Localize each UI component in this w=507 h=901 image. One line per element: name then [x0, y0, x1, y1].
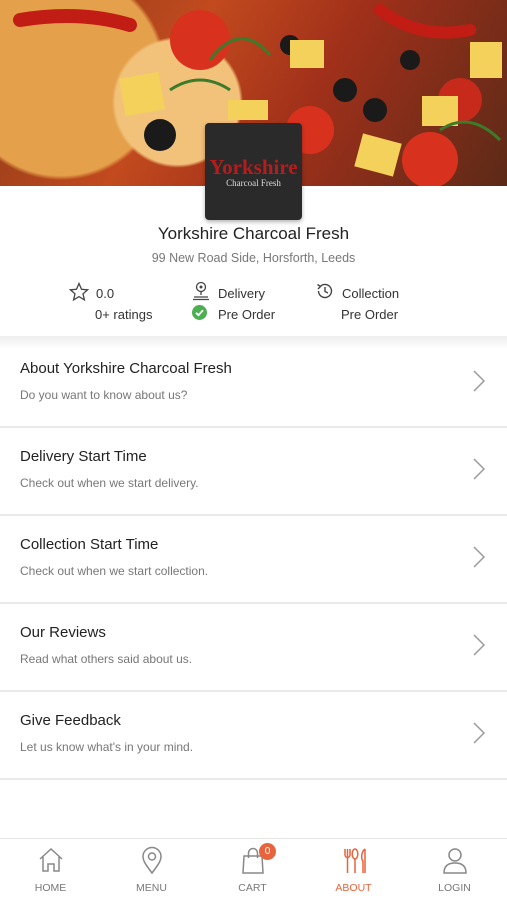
chevron-right-icon	[473, 546, 485, 568]
bottom-tab-bar: HOME MENU 0 CART ABOUT LOGIN	[0, 838, 507, 901]
chevron-right-icon	[473, 370, 485, 392]
chevron-right-icon	[473, 458, 485, 480]
list-item-title: Collection Start Time	[20, 536, 159, 553]
collection-start-time-item[interactable]: Collection Start Time Check out when we …	[0, 516, 507, 604]
delivery-label: Delivery	[218, 286, 265, 301]
tab-about-label: ABOUT	[335, 882, 372, 894]
tab-home[interactable]: HOME	[0, 839, 101, 901]
about-item[interactable]: About Yorkshire Charcoal Fresh Do you wa…	[0, 340, 507, 428]
check-circle-icon	[192, 305, 207, 320]
list-item-title: Give Feedback	[20, 712, 121, 729]
restaurant-logo: Yorkshire Charcoal Fresh	[205, 123, 302, 220]
list-item-subtitle: Check out when we start delivery.	[20, 476, 199, 490]
tab-menu-label: MENU	[136, 882, 167, 894]
delivery-location-icon	[193, 281, 209, 301]
feedback-item[interactable]: Give Feedback Let us know what's in your…	[0, 692, 507, 780]
user-icon	[443, 848, 467, 874]
reviews-item[interactable]: Our Reviews Read what others said about …	[0, 604, 507, 692]
list-item-subtitle: Let us know what's in your mind.	[20, 740, 194, 754]
fork-knife-icon	[344, 848, 366, 873]
cart-count-badge: 0	[259, 843, 276, 860]
tab-home-label: HOME	[34, 882, 67, 894]
tab-menu[interactable]: MENU	[101, 839, 202, 901]
tab-login[interactable]: LOGIN	[404, 839, 505, 901]
history-clock-icon	[317, 283, 333, 299]
list-item-subtitle: Check out when we start collection.	[20, 564, 209, 578]
home-icon	[39, 847, 63, 872]
list-item-title: Delivery Start Time	[20, 448, 147, 465]
collection-status: Pre Order	[341, 307, 399, 322]
logo-text-main: Yorkshire	[209, 154, 298, 179]
star-icon	[69, 282, 89, 302]
tab-cart[interactable]: 0 CART	[202, 839, 303, 901]
restaurant-address: 99 New Road Side, Horsforth, Leeds	[151, 251, 356, 265]
list-item-title: About Yorkshire Charcoal Fresh	[20, 360, 232, 377]
collection-label: Collection	[342, 286, 400, 301]
delivery-status: Pre Order	[218, 307, 276, 322]
delivery-start-time-item[interactable]: Delivery Start Time Check out when we st…	[0, 428, 507, 516]
logo-text-sub: Charcoal Fresh	[226, 177, 281, 188]
map-pin-icon	[142, 846, 162, 875]
chevron-right-icon	[473, 722, 485, 744]
list-item-subtitle: Read what others said about us.	[20, 652, 193, 666]
list-item-title: Our Reviews	[20, 624, 106, 641]
tab-cart-label: CART	[238, 882, 267, 894]
list-item-subtitle: Do you want to know about us?	[20, 388, 188, 402]
tab-about[interactable]: ABOUT	[303, 839, 404, 901]
info-menu-list: About Yorkshire Charcoal Fresh Do you wa…	[0, 340, 507, 780]
chevron-right-icon	[473, 634, 485, 656]
ratings-count: 0+ ratings	[95, 307, 153, 322]
rating-value: 0.0	[96, 286, 115, 301]
restaurant-name: Yorkshire Charcoal Fresh	[157, 224, 350, 243]
tab-login-label: LOGIN	[438, 882, 471, 894]
